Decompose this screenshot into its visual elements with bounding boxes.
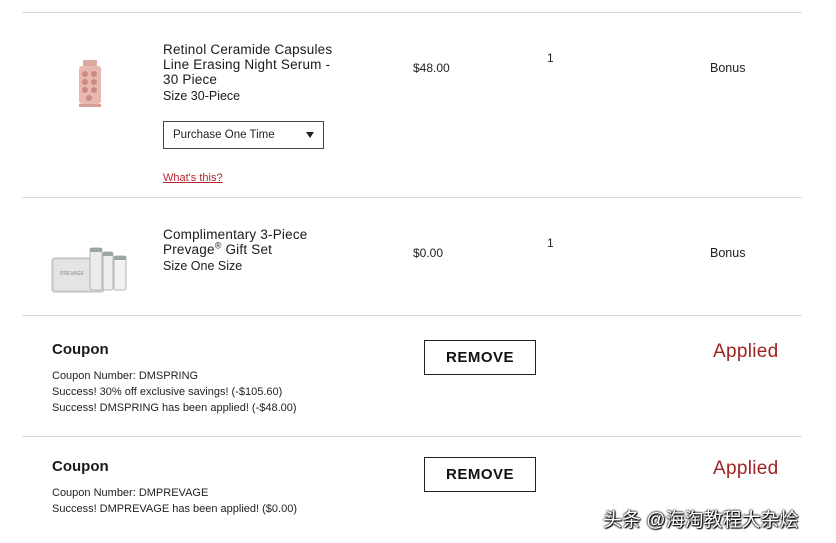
item-title-prevage[interactable]: Complimentary 3-Piece Prevage® Gift Set [163,227,308,257]
item-title-line: Line Erasing Night Serum - [163,57,331,72]
purchase-option-select[interactable]: Purchase One Time [163,121,324,149]
coupon-heading: Coupon [52,458,109,475]
coupon-status: Applied [713,341,779,362]
coupon-heading: Coupon [52,341,109,358]
item-size: Size One Size [163,259,243,273]
item-size: Size 30-Piece [163,89,241,103]
product-image-prevage-gift-set[interactable]: PREVAGE [50,244,130,296]
whats-this-link[interactable]: What's this? [163,172,223,184]
item-status: Bonus [710,246,746,260]
remove-coupon-button[interactable]: REMOVE [424,457,536,492]
watermark: 头条 @海淘教程大杂烩 [603,510,799,531]
svg-text:PREVAGE: PREVAGE [60,271,84,277]
registered-mark: ® [214,240,222,251]
divider-coupon-1 [22,436,802,437]
item-title-line: 30 Piece [163,72,218,87]
item-title-line: Retinol Ceramide Capsules [163,42,333,57]
coupon-message: Success! DMSPRING has been applied! (-$4… [52,402,297,414]
divider-item-1 [22,197,802,198]
item-price: $48.00 [413,61,450,75]
divider-item-2 [22,315,802,316]
item-title-line: Prevage® Gift Set [163,240,308,257]
item-title-line: Complimentary 3-Piece [163,227,308,242]
coupon-number: Coupon Number: DMPREVAGE [52,487,209,499]
coupon-number: Coupon Number: DMSPRING [52,370,199,382]
coupon-message: Success! 30% off exclusive savings! (-$1… [52,386,283,398]
product-image-retinol-capsules[interactable] [74,60,106,108]
remove-coupon-button[interactable]: REMOVE [424,340,536,375]
brand-name: Prevage [163,242,215,257]
coupon-message: Success! DMPREVAGE has been applied! ($0… [52,503,297,515]
caret-down-icon [306,132,314,138]
purchase-option-value: Purchase One Time [173,129,275,141]
item-price: $0.00 [413,246,444,260]
item-quantity: 1 [547,51,554,65]
item-quantity: 1 [547,236,554,250]
coupon-status: Applied [713,458,779,479]
divider-top [22,12,802,13]
item-status: Bonus [710,61,746,75]
title-suffix: Gift Set [221,242,273,257]
item-title-retinol[interactable]: Retinol Ceramide Capsules Line Erasing N… [163,42,332,87]
